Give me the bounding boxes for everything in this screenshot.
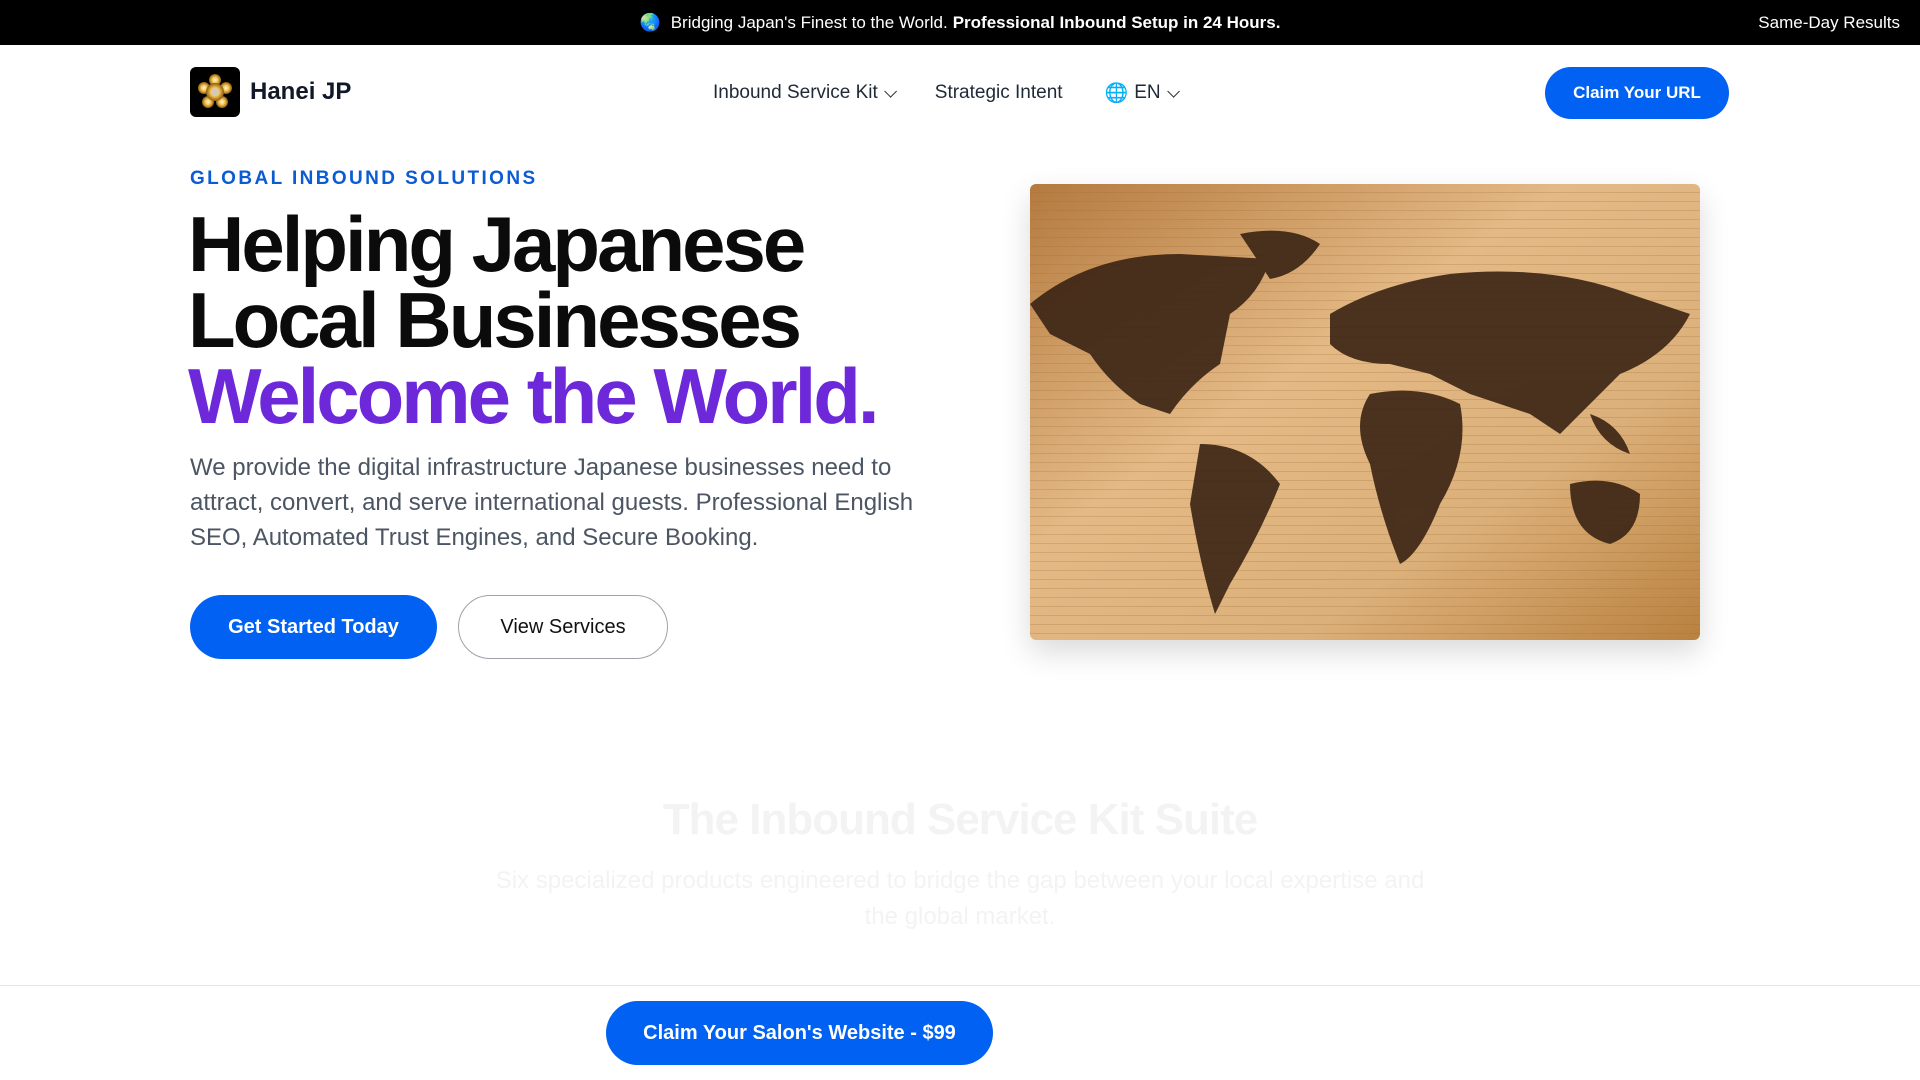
- world-map-image: [1030, 184, 1700, 640]
- hero-eyebrow: GLOBAL INBOUND SOLUTIONS: [190, 168, 538, 189]
- services-section: The Inbound Service Kit Suite Six specia…: [0, 795, 1920, 935]
- nav-inbound-service-kit[interactable]: Inbound Service Kit: [713, 81, 897, 105]
- language-selector[interactable]: 🌐 EN: [1104, 81, 1180, 105]
- language-label: EN: [1134, 82, 1161, 103]
- section-subtitle: Six specialized products engineered to b…: [495, 867, 1425, 930]
- chevron-down-icon: [884, 84, 897, 98]
- sticky-cta-bar: Claim Your Salon's Website - $99: [0, 985, 1920, 1080]
- chevron-down-icon: [1166, 84, 1180, 98]
- claim-salon-website-button[interactable]: Claim Your Salon's Website - $99: [606, 1001, 993, 1065]
- brand-name: Hanei JP: [250, 78, 352, 105]
- get-started-button[interactable]: Get Started Today: [190, 595, 437, 659]
- announcement-text: Bridging Japan's Finest to the World.: [670, 12, 948, 32]
- logo-link[interactable]: Hanei JP: [190, 67, 351, 117]
- announcement-bold: Professional Inbound Setup in 24 Hours.: [952, 12, 1281, 32]
- golden-flower-icon: [190, 67, 240, 117]
- hero-description: We provide the digital infrastructure Ja…: [190, 454, 914, 551]
- section-title: The Inbound Service Kit Suite: [662, 795, 1258, 844]
- navbar: Hanei JP Inbound Service Kit Strategic I…: [0, 45, 1920, 140]
- same-day-results: Same-Day Results: [1758, 13, 1900, 32]
- claim-url-button[interactable]: Claim Your URL: [1545, 67, 1729, 119]
- title-accent: Welcome the World.: [188, 352, 880, 440]
- nav-label: Inbound Service Kit: [713, 82, 878, 103]
- title-line: Helping Japanese: [188, 200, 806, 288]
- globe-icon: 🌐: [1104, 83, 1129, 104]
- announcement-bar: 🌏 Bridging Japan's Finest to the World. …: [0, 0, 1920, 45]
- view-services-button[interactable]: View Services: [458, 595, 668, 659]
- nav-strategic-intent[interactable]: Strategic Intent: [935, 81, 1063, 105]
- title-line: Local Businesses: [188, 276, 802, 364]
- globe-asia-icon: 🌏: [639, 12, 661, 32]
- hero-title: Helping Japanese Local Businesses Welcome …: [188, 200, 880, 440]
